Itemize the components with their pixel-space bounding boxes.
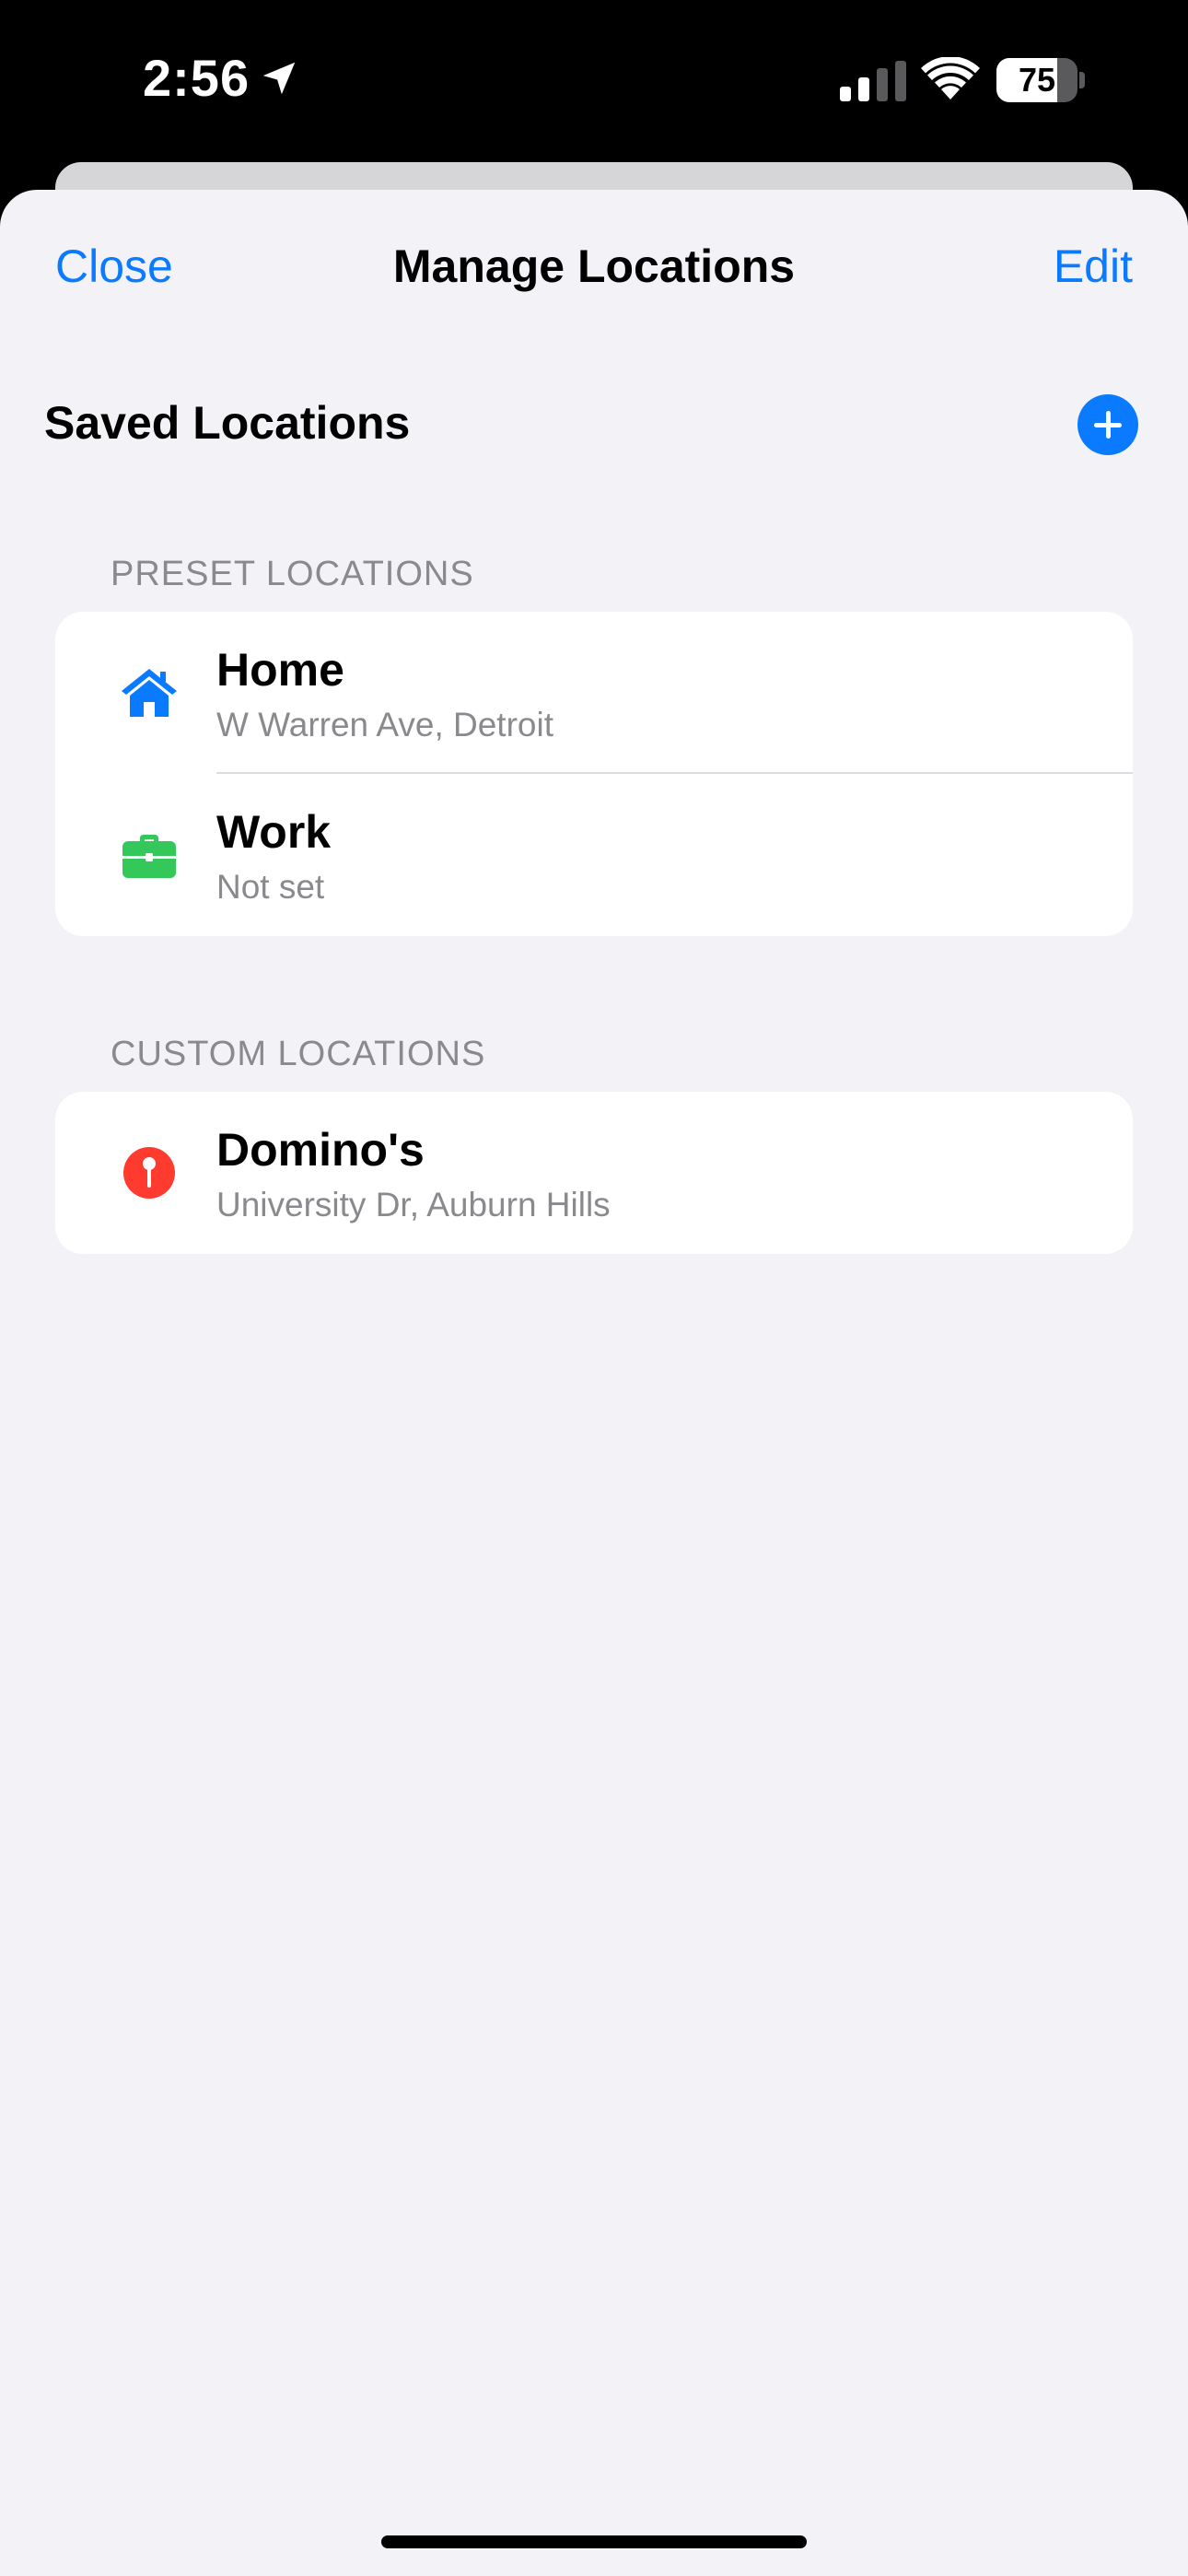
location-arrow-icon (262, 62, 296, 95)
wifi-icon (921, 57, 980, 100)
custom-locations-card: Domino's University Dr, Auburn Hills (55, 1092, 1133, 1254)
battery-percent: 75 (1018, 61, 1056, 99)
location-row-work[interactable]: Work Not set (55, 774, 1133, 936)
plus-icon (1094, 411, 1122, 439)
location-title: Home (216, 644, 344, 696)
location-row-dominos[interactable]: Domino's University Dr, Auburn Hills (55, 1092, 1133, 1254)
add-location-button[interactable] (1077, 394, 1138, 455)
house-icon (122, 669, 177, 717)
location-subtitle: W Warren Ave, Detroit (216, 706, 553, 744)
status-time: 2:56 (143, 49, 250, 107)
location-title: Domino's (216, 1124, 425, 1176)
saved-locations-heading: Saved Locations (44, 397, 411, 449)
preset-locations-card: Home W Warren Ave, Detroit Work Not set (55, 612, 1133, 936)
status-bar: 2:56 75 (0, 0, 1188, 166)
edit-button[interactable]: Edit (1054, 240, 1133, 293)
location-title: Work (216, 806, 332, 858)
pin-icon (123, 1147, 175, 1199)
location-subtitle: University Dr, Auburn Hills (216, 1186, 611, 1224)
location-subtitle: Not set (216, 868, 325, 906)
home-indicator (381, 2535, 807, 2548)
briefcase-icon (122, 835, 176, 878)
location-row-home[interactable]: Home W Warren Ave, Detroit (55, 612, 1133, 774)
preset-locations-header: PRESET LOCATIONS (111, 555, 474, 593)
battery-icon: 75 (996, 58, 1085, 102)
cellular-signal-icon (840, 61, 906, 101)
manage-locations-sheet: Close Manage Locations Edit Saved Locati… (0, 190, 1188, 2576)
custom-locations-header: CUSTOM LOCATIONS (111, 1035, 486, 1073)
page-title: Manage Locations (392, 240, 796, 292)
